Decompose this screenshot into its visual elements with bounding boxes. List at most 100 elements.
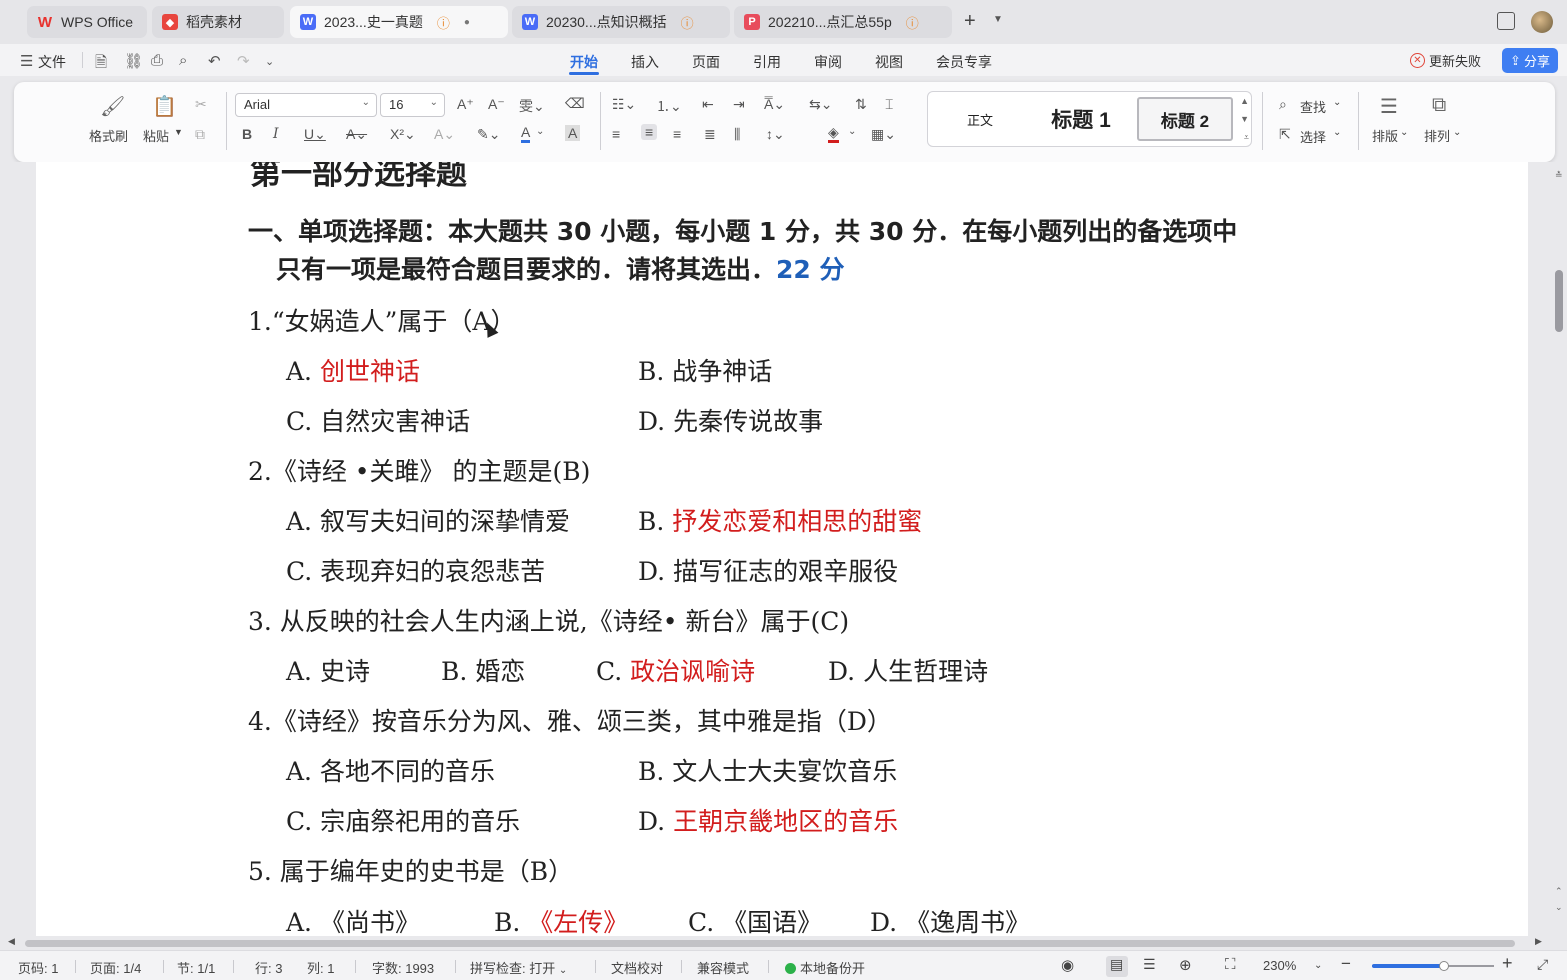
phonetic-guide-icon[interactable]: 雯⌄ [519,96,545,116]
status-proofread[interactable]: 文档校对 [611,958,663,977]
status-spell-check[interactable]: 拼写检查: 打开 ⌄ [470,958,567,977]
status-word-count[interactable]: 字数: 1993 [372,958,434,977]
status-compat-mode[interactable]: 兼容模式 [697,958,749,977]
zoom-slider-handle[interactable] [1439,961,1449,971]
line-spacing-icon[interactable]: ↕⌄ [766,126,785,143]
menu-home[interactable]: 开始 [570,52,598,72]
clear-format-icon[interactable]: ⌫ [565,95,585,112]
underline-icon[interactable]: U⌄ [304,126,326,143]
sort-icon[interactable]: ⇅ [855,96,867,113]
chevron-down-icon[interactable]: ⌄ [1333,127,1341,138]
menu-file[interactable]: 文件 [38,52,66,72]
menu-references[interactable]: 引用 [753,52,781,72]
find-button[interactable]: 查找 [1300,97,1326,116]
align-right-icon[interactable]: ≡ [673,126,681,142]
font-size-select[interactable]: 16 ⌄ [380,93,445,117]
bold-icon[interactable]: B [242,126,252,142]
tab-docer[interactable]: ◆ 稻壳素材 [152,6,284,38]
tab-wps-office[interactable]: W WPS Office [27,6,147,38]
zoom-in-icon[interactable]: + [1502,953,1513,974]
web-view-icon[interactable]: ⊕ [1179,956,1192,974]
paste-icon[interactable]: 📋 [152,94,177,119]
bullet-list-icon[interactable]: ☷⌄ [612,96,636,113]
fullscreen-icon[interactable]: ⤢ [1537,956,1548,973]
chevron-down-icon[interactable]: ⌄ [1453,127,1461,138]
highlight-icon[interactable]: ✎⌄ [477,126,500,143]
decrease-font-icon[interactable]: A⁻ [488,96,505,113]
print-preview-icon[interactable]: ⌕ [179,52,187,69]
style-normal[interactable]: 正文 [934,97,1026,141]
undo-icon[interactable]: ↶ [208,52,221,70]
paste-button[interactable]: 粘贴 [143,126,169,145]
paragraph-flow-icon[interactable]: ⇆⌄ [809,96,832,113]
zoom-out-icon[interactable]: − [1341,954,1351,974]
search-icon[interactable]: ⌕ [1279,96,1287,113]
redo-icon[interactable]: ↷ [237,52,250,70]
chevron-down-icon[interactable]: ⌄ [265,55,274,68]
page-view-icon[interactable]: ▤ [1110,956,1123,973]
tab-document-2[interactable]: W 20230...点知识概括 ⓘ [512,6,730,38]
decrease-indent-icon[interactable]: ⇤ [702,96,714,113]
font-color-icon[interactable]: A [521,124,531,143]
chevron-up-icon[interactable]: ▲ [1240,96,1249,106]
italic-icon[interactable]: I [273,126,279,142]
menu-insert[interactable]: 插入 [631,52,659,72]
eye-protection-icon[interactable]: ◉ [1061,956,1074,974]
tab-active-document[interactable]: W 2023...史一真题 ⓘ ● [290,6,508,38]
vertical-scrollbar[interactable]: ≛ ⌃ ⌄ [1550,162,1567,936]
distributed-icon[interactable]: ⫼ [734,126,740,143]
split-view-icon[interactable] [1497,12,1515,30]
shading-color-icon[interactable]: ◈ [828,124,839,143]
status-section[interactable]: 节: 1/1 [177,958,215,977]
chevron-down-icon[interactable]: ⌄ [1555,902,1563,913]
fit-screen-icon[interactable]: ⛶ [1225,956,1236,973]
format-painter-icon[interactable]: 🖌 [100,94,125,119]
menu-member[interactable]: 会员专享 [936,52,992,72]
show-marks-icon[interactable]: ⌶ [885,96,893,113]
chevron-down-icon[interactable]: ⌄ [1333,97,1341,108]
arrange-icon[interactable]: ⧉ [1432,94,1446,117]
superscript-icon[interactable]: X²⌄ [390,126,416,143]
scroll-right-icon[interactable]: ▶ [1535,936,1542,947]
horizontal-scroll-thumb[interactable] [25,940,1515,947]
increase-font-icon[interactable]: A⁺ [457,96,474,113]
text-direction-icon[interactable]: A̿⌄ [764,96,785,113]
layout-icon[interactable]: ☰ [1380,94,1398,119]
menu-page[interactable]: 页面 [692,52,720,72]
chevron-up-icon[interactable]: ⌃ [1555,886,1563,897]
chevron-down-icon[interactable]: ⌄ [1314,960,1322,971]
select-cursor-icon[interactable]: ⇱ [1279,126,1291,143]
char-shading-icon[interactable]: A [565,125,581,141]
select-button[interactable]: 选择 [1300,127,1326,146]
layout-button[interactable]: 排版 [1372,126,1398,145]
font-name-select[interactable]: Arial ⌄ [235,93,377,117]
text-effect-icon[interactable]: A⌄ [434,126,455,143]
numbered-list-icon[interactable]: ⒈⌄ [656,96,682,116]
unsaved-dot-icon[interactable]: ● [464,17,470,28]
chevron-down-icon[interactable]: ▼ [1240,114,1249,124]
copy-icon[interactable]: ⧉ [195,126,205,143]
chevron-down-icon[interactable]: ▼ [174,127,183,137]
hamburger-menu-icon[interactable]: ☰ [20,52,33,70]
expand-gallery-icon[interactable]: ⩡ [1244,132,1249,143]
align-left-icon[interactable]: ≡ [612,126,620,142]
chevron-down-icon[interactable]: ▼ [993,14,1003,25]
status-page[interactable]: 页面: 1/4 [90,958,141,977]
strikethrough-icon[interactable]: A⌄ [346,126,367,143]
outline-view-icon[interactable]: ☰ [1143,956,1156,973]
tab-pdf[interactable]: P 202210...点汇总55p ⓘ [734,6,952,38]
chevron-down-icon[interactable]: ⌄ [848,126,856,137]
format-painter-button[interactable]: 格式刷 [89,126,128,145]
style-heading-1[interactable]: 标题 1 [1032,97,1130,141]
horizontal-scrollbar[interactable]: ◀ ▶ [0,936,1567,950]
avatar[interactable] [1531,11,1553,33]
chevron-down-icon[interactable]: ⌄ [1400,127,1408,138]
save-icon[interactable]: 🗎 [95,52,107,77]
borders-icon[interactable]: ▦⌄ [871,126,896,143]
new-tab-plus-icon[interactable]: + [964,10,976,33]
menu-view[interactable]: 视图 [875,52,903,72]
scroll-left-icon[interactable]: ◀ [8,936,15,947]
print-icon[interactable]: ⎙ [151,52,163,69]
chevron-down-icon[interactable]: ⌄ [536,126,544,137]
increase-indent-icon[interactable]: ⇥ [733,96,745,113]
